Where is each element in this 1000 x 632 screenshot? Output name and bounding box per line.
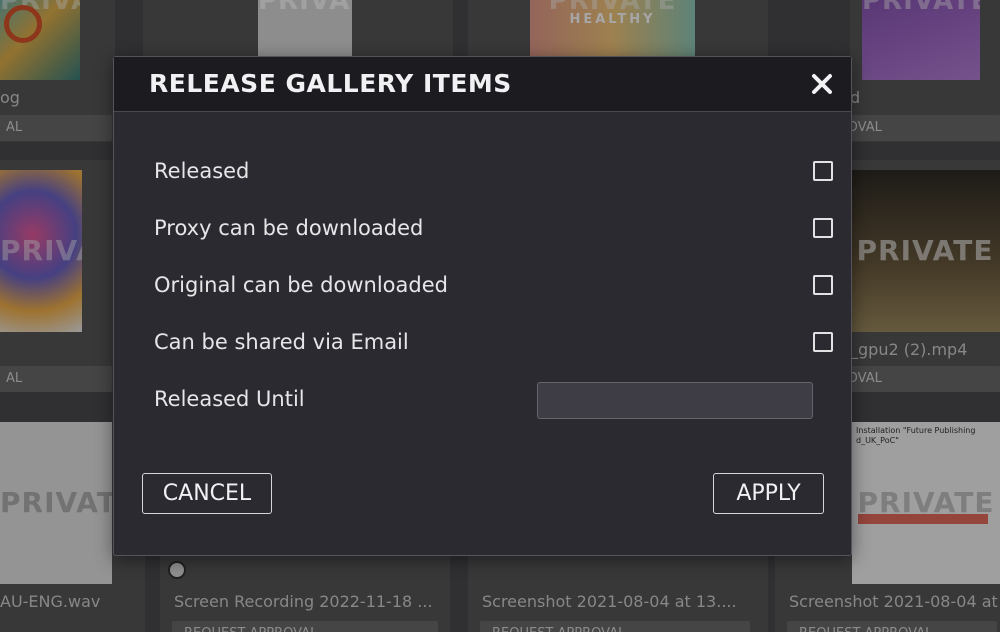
close-icon[interactable]: [807, 69, 837, 99]
release-gallery-items-dialog: RELEASE GALLERY ITEMS Released Proxy can…: [113, 56, 852, 556]
option-label: Original can be downloaded: [154, 273, 448, 297]
apply-button[interactable]: APPLY: [713, 473, 824, 514]
option-share-email: Can be shared via Email: [154, 326, 833, 358]
released-until-row: Released Until: [154, 383, 454, 415]
released-until-input[interactable]: [537, 382, 813, 419]
proxy-download-checkbox[interactable]: [813, 218, 833, 238]
cancel-button[interactable]: CANCEL: [142, 473, 272, 514]
share-email-checkbox[interactable]: [813, 332, 833, 352]
option-label: Released: [154, 159, 250, 183]
option-proxy-download: Proxy can be downloaded: [154, 212, 833, 244]
released-checkbox[interactable]: [813, 161, 833, 181]
option-label: Proxy can be downloaded: [154, 216, 424, 240]
option-released: Released: [154, 155, 833, 187]
original-download-checkbox[interactable]: [813, 275, 833, 295]
option-label: Can be shared via Email: [154, 330, 409, 354]
option-original-download: Original can be downloaded: [154, 269, 833, 301]
dialog-title: RELEASE GALLERY ITEMS: [149, 69, 512, 98]
dialog-header: RELEASE GALLERY ITEMS: [114, 57, 851, 112]
released-until-label: Released Until: [154, 387, 305, 411]
